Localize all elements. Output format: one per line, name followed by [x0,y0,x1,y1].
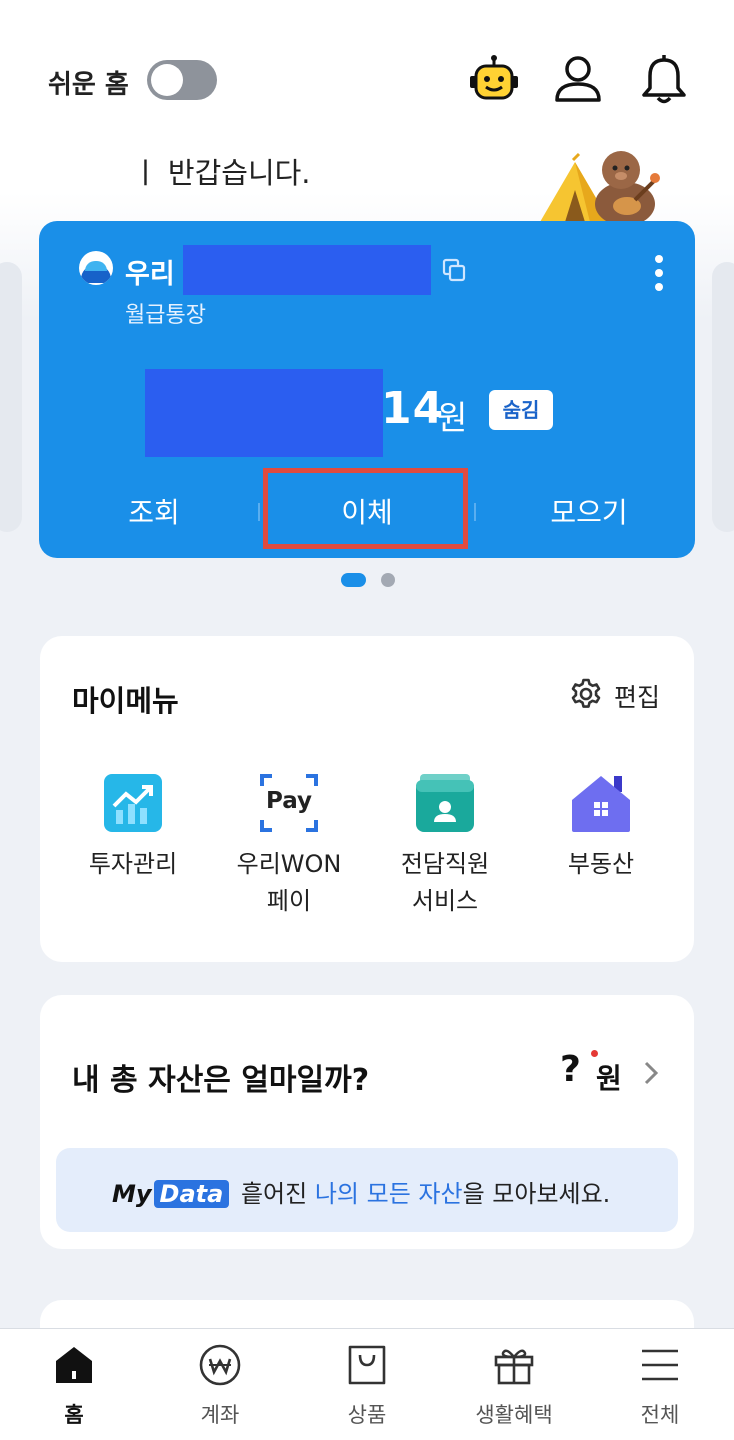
previous-card-peek [0,262,22,532]
redacted-account-number [183,245,431,295]
gear-icon [571,678,601,708]
my-menu-title: 마이메뉴 [72,684,179,718]
chevron-right-icon[interactable] [640,1059,662,1087]
redacted-balance [145,369,383,457]
bank-logo [79,251,113,285]
won-coin-icon [199,1344,241,1386]
hamburger-menu-icon [642,1349,678,1381]
account-type: 월급통장 [125,303,206,328]
pager-dot-active[interactable] [341,573,366,587]
mydata-line: My Data 흩어진 나의 모든 자산을 모아보세요. [112,1174,610,1209]
collect-button[interactable]: 모으기 [529,491,649,531]
next-card-peek [712,262,734,532]
nav-accounts[interactable]: 계좌 [160,1343,280,1429]
action-divider [258,503,260,521]
menu-item-dedicated-staff[interactable]: 전담직원 서비스 [370,772,520,920]
nav-all-menu[interactable]: 전체 [600,1343,720,1429]
mydata-banner[interactable]: My Data 흩어진 나의 모든 자산을 모아보세요. [56,1148,678,1232]
greeting-text: ㅣ 반갑습니다. [132,156,311,190]
mascot-camping-illustration [540,151,660,226]
nav-label: 홈 [64,1403,84,1427]
hide-balance-button[interactable]: 숨김 [489,390,553,430]
edit-label: 편집 [614,683,661,712]
assets-currency: 원 [596,1062,622,1095]
card-pager[interactable] [341,573,401,587]
menu-label: 전담직원 [400,850,490,878]
menu-label: 서비스 [411,887,479,915]
mydata-logo-my: My [112,1180,152,1208]
menu-item-won-pay[interactable]: Pay 우리WON 페이 [214,772,364,920]
balance-currency: 원 [437,398,468,437]
assets-unknown-value: ? [560,1049,581,1090]
nav-home[interactable]: 홈 [14,1343,134,1429]
my-menu-panel: 마이메뉴 편집 투자관리 Pay 우리WON 페이 전담직원 서비스 부동산 [40,636,694,962]
nav-label: 전체 [640,1403,680,1427]
nav-label: 계좌 [200,1403,240,1427]
view-button[interactable]: 조회 [99,491,209,531]
copy-icon[interactable] [441,257,467,283]
new-indicator-dot [591,1050,598,1057]
total-assets-title: 내 총 자산은 얼마일까? [72,1063,370,1098]
toggle-knob [151,64,183,96]
menu-label: 페이 [266,887,312,915]
menu-label: 우리WON [236,850,342,878]
profile-icon[interactable] [550,52,606,108]
pager-dot[interactable] [381,573,395,587]
menu-label: 투자관리 [88,850,178,878]
nav-life-benefits[interactable]: 생활혜택 [454,1343,574,1429]
menu-item-real-estate[interactable]: 부동산 [526,772,676,883]
bottom-navigation: 홈 계좌 상품 생활혜택 전체 [0,1328,734,1440]
mydata-logo-data: Data [153,1180,230,1208]
gift-icon [494,1349,534,1385]
menu-label: 부동산 [567,850,635,878]
house-icon [572,776,630,832]
mydata-text: 흩어진 [233,1180,315,1208]
easy-home-toggle[interactable] [147,60,217,100]
total-assets-panel[interactable]: 내 총 자산은 얼마일까? ? 원 My Data 흩어진 나의 모든 자산을 모… [40,995,694,1249]
shopping-bag-icon [348,1345,386,1385]
bank-name: 우리 [125,259,175,290]
mydata-text-end: 을 모아보세요. [462,1180,611,1208]
easy-home-label: 쉬운 홈 [48,70,129,100]
staff-card-icon [416,774,474,832]
pay-icon: Pay [258,772,320,834]
menu-item-investment[interactable]: 투자관리 [58,772,208,883]
notification-bell-icon[interactable] [636,52,692,108]
chatbot-robot-icon[interactable] [466,52,522,108]
action-divider [474,503,476,521]
mydata-highlight-text: 나의 모든 자산 [314,1180,463,1208]
transfer-highlight-box [263,468,468,549]
top-bar: 쉬운 홈 [0,0,734,150]
pay-icon-text: Pay [265,788,313,814]
nav-label: 생활혜택 [475,1403,553,1427]
nav-products[interactable]: 상품 [307,1343,427,1429]
investment-chart-icon [104,774,162,832]
balance-amount: 14 [381,383,445,434]
more-options-icon[interactable] [645,253,673,293]
nav-label: 상품 [347,1403,387,1427]
home-icon [56,1347,92,1383]
